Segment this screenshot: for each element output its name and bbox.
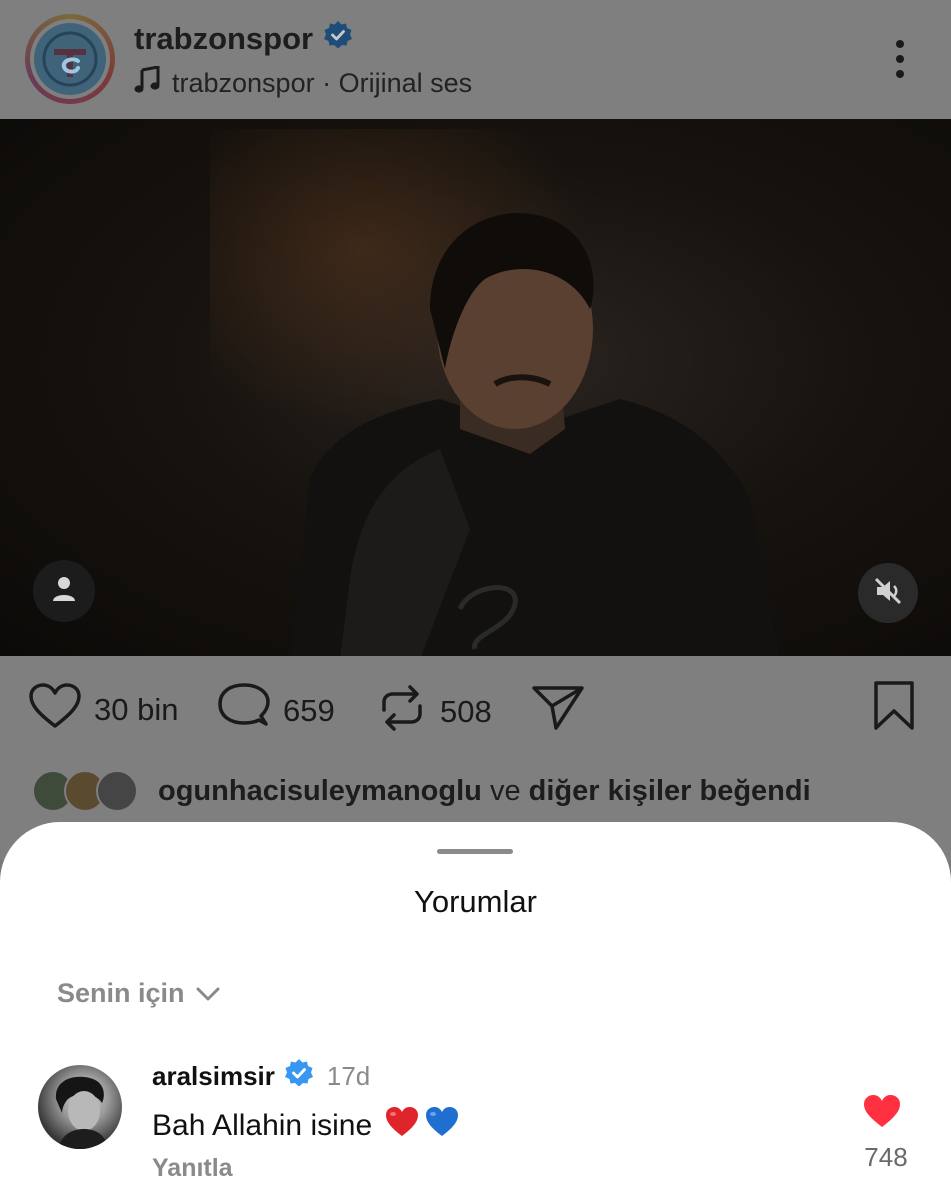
sheet-title: Yorumlar — [414, 884, 537, 919]
post-username[interactable]: trabzonspor — [134, 21, 313, 57]
verified-badge-icon — [284, 1058, 314, 1095]
sort-label: Senin için — [57, 978, 185, 1008]
chevron-down-icon — [195, 978, 221, 1009]
post-actions: 30 bin 659 508 — [0, 672, 951, 752]
blue-heart-emoji-icon — [424, 1106, 460, 1146]
comment-text: Bah Allahin isine — [152, 1109, 373, 1142]
user-tag-button[interactable] — [33, 560, 95, 622]
more-icon[interactable] — [888, 38, 912, 82]
heart-filled-icon — [862, 1095, 902, 1134]
sheet-drag-handle[interactable] — [437, 849, 513, 854]
repost-icon — [376, 682, 428, 742]
video-frame-figure — [290, 213, 780, 656]
like-count: 30 bin — [94, 692, 179, 727]
like-button[interactable]: 30 bin — [28, 682, 178, 738]
share-icon — [530, 682, 586, 740]
repost-button[interactable]: 508 — [376, 682, 492, 742]
liked-by-row[interactable]: ogunhacisuleymanoglu ve diğer kişiler be… — [32, 766, 811, 816]
comment-count: 659 — [283, 693, 335, 728]
audio-label[interactable]: trabzonspor · Orijinal ses — [134, 65, 473, 101]
liked-by-rest[interactable]: diğer kişiler beğendi — [529, 775, 811, 807]
video-player[interactable] — [0, 119, 951, 656]
heart-icon — [28, 682, 82, 738]
red-heart-emoji-icon — [384, 1106, 420, 1146]
verified-badge-icon — [323, 20, 353, 58]
reply-button[interactable]: Yanıtla — [152, 1154, 233, 1183]
comment-time: 17d — [326, 1061, 371, 1091]
comments-sheet: Yorumlar Senin için aralsimsir 17d Bah A… — [0, 822, 951, 1200]
liked-by-user[interactable]: ogunhacisuleymanoglu — [158, 775, 482, 807]
comment-icon — [217, 682, 271, 740]
sort-dropdown[interactable]: Senin için — [57, 978, 221, 1009]
liked-by-connector: ve — [489, 774, 521, 807]
comment-username[interactable]: aralsimsir — [152, 1061, 275, 1092]
club-logo-icon — [34, 23, 106, 95]
mini-avatar — [96, 770, 138, 812]
repost-count: 508 — [440, 694, 492, 729]
liked-by-avatars — [32, 768, 144, 814]
liked-by-text: ogunhacisuleymanoglu ve diğer kişiler be… — [158, 775, 811, 808]
muted-speaker-icon — [873, 576, 903, 611]
comment-button[interactable]: 659 — [217, 682, 335, 740]
comment-like-button[interactable] — [862, 1094, 902, 1135]
mute-button[interactable] — [858, 563, 918, 623]
music-note-icon — [134, 65, 160, 101]
profile-avatar[interactable] — [25, 14, 115, 104]
share-button[interactable] — [530, 682, 586, 740]
audio-text: trabzonspor · Orijinal ses — [172, 68, 473, 98]
post-card: trabzonspor trabzonspor · Orijinal ses 3… — [0, 0, 951, 860]
comment-header: aralsimsir 17d — [152, 1058, 370, 1095]
bookmark-icon[interactable] — [872, 680, 916, 737]
user-tag-icon — [50, 574, 78, 609]
comment-avatar[interactable] — [38, 1065, 122, 1149]
comment-like-count: 748 — [864, 1142, 908, 1172]
comment-body: Bah Allahin isine — [152, 1106, 460, 1146]
post-header: trabzonspor trabzonspor · Orijinal ses — [0, 0, 951, 118]
